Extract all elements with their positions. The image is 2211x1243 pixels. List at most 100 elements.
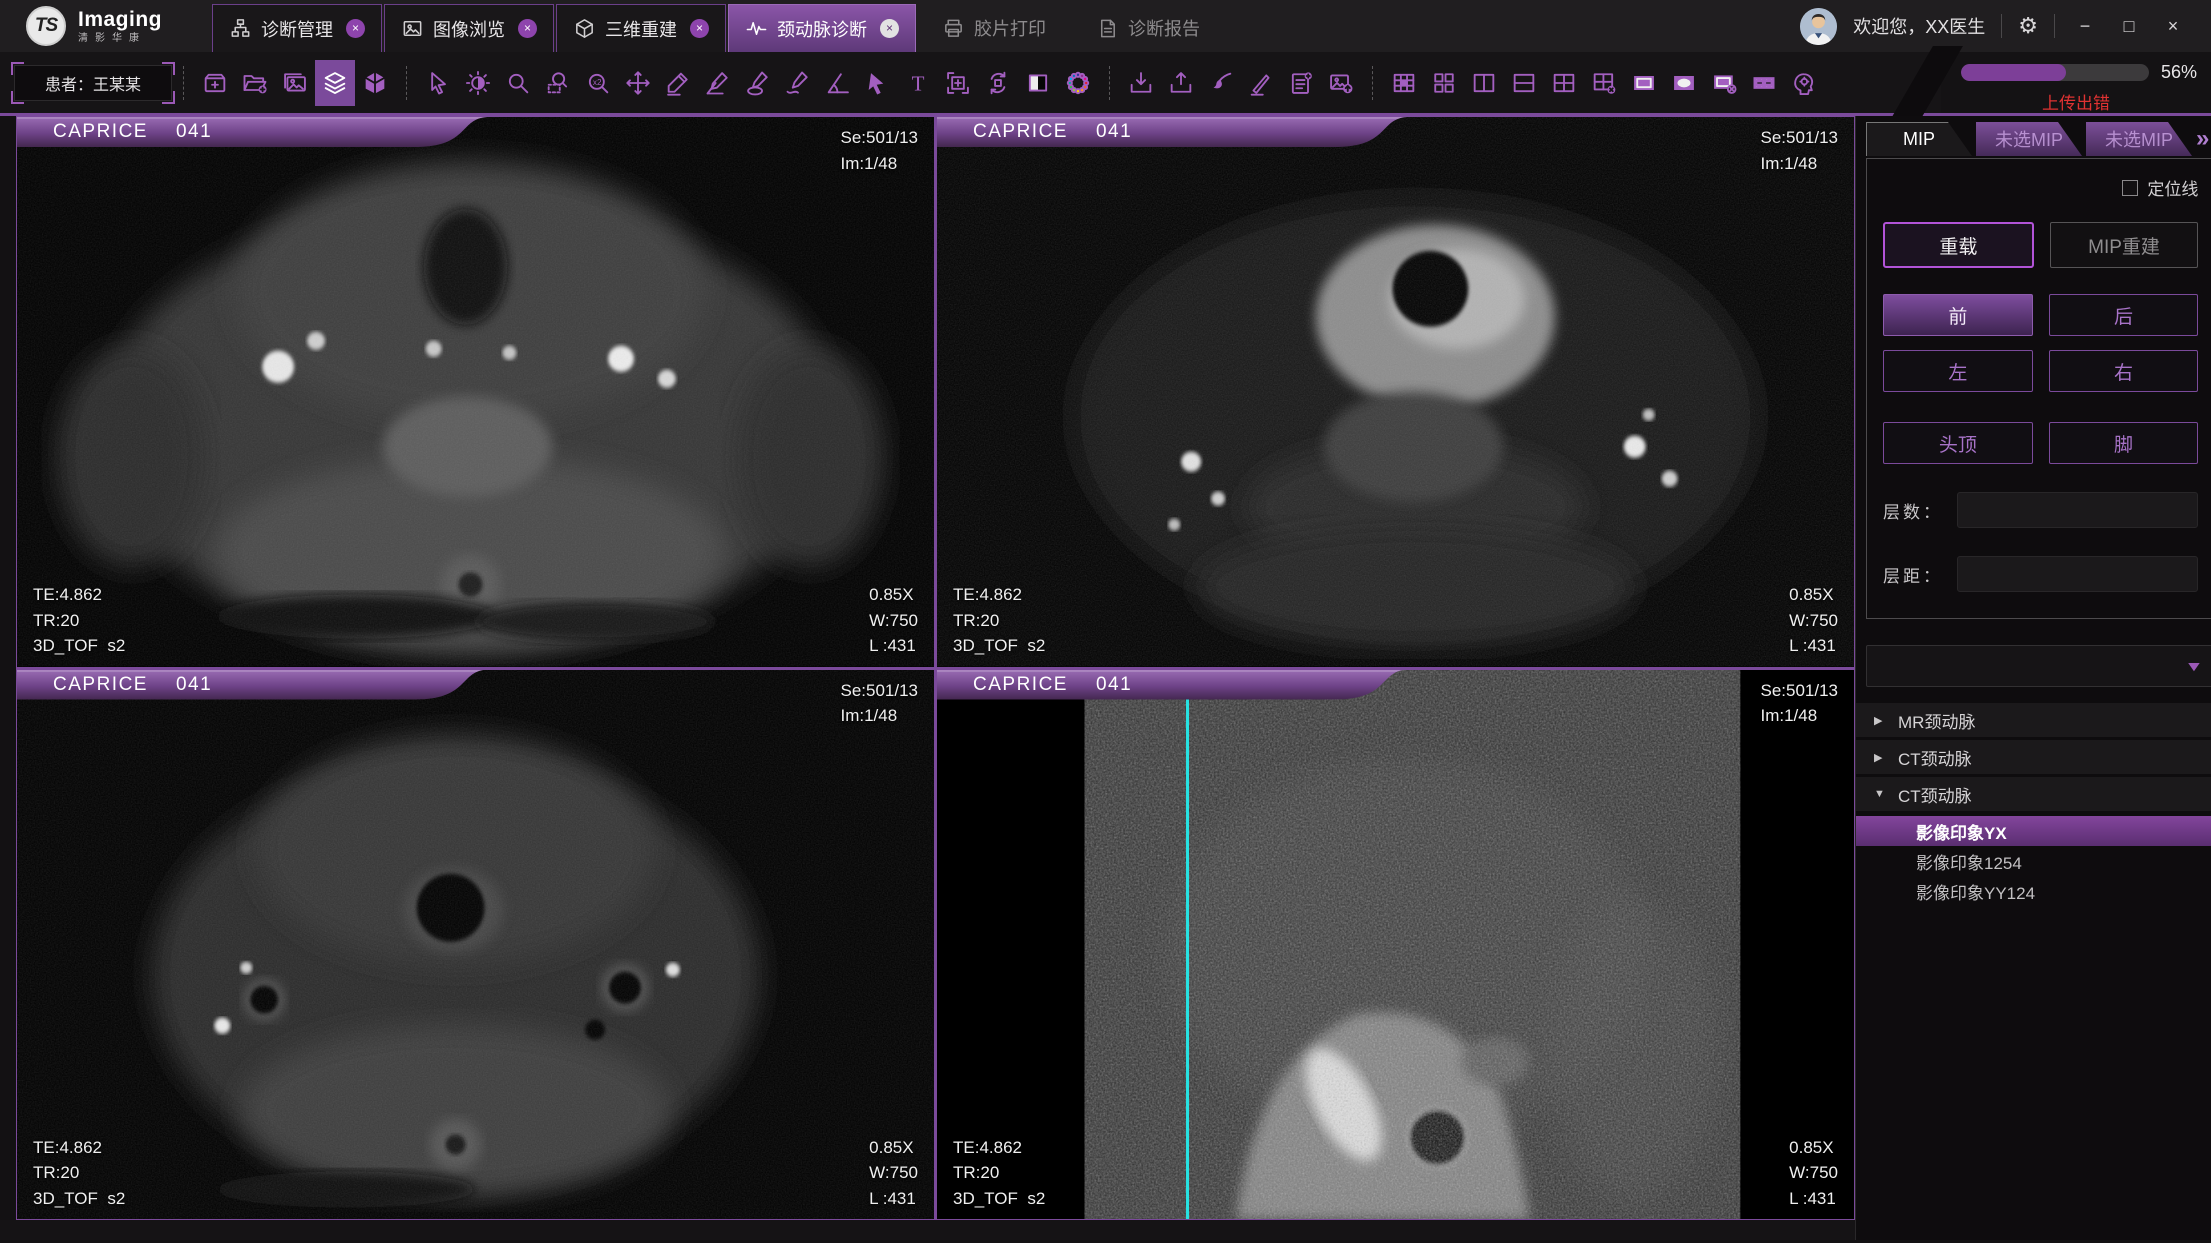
tree-item-impression-1254[interactable]: 影像印象1254 bbox=[1856, 846, 2211, 876]
tab-diagnosis-report[interactable]: 诊断报告 bbox=[1072, 4, 1224, 52]
layout-2x2-icon[interactable] bbox=[1544, 60, 1584, 106]
tree-item-impression-yx[interactable]: 影像印象YX bbox=[1856, 816, 2211, 846]
close-icon[interactable]: × bbox=[880, 19, 899, 38]
viewport-4[interactable]: CAPRICE 041 Se:501/13Im:1/48 TE:4.862TR:… bbox=[937, 670, 1854, 1220]
angle-icon[interactable] bbox=[818, 60, 858, 106]
layout-tiles-icon[interactable] bbox=[1424, 60, 1464, 106]
slice-gap-input[interactable] bbox=[1957, 556, 2198, 592]
tab-3d-reconstruction[interactable]: 三维重建 × bbox=[556, 4, 726, 52]
tab-mip[interactable]: MIP bbox=[1866, 122, 1972, 156]
maximize-button[interactable]: □ bbox=[2115, 16, 2143, 37]
magnify-rect-icon[interactable] bbox=[938, 60, 978, 106]
tree-node-ct-carotid-2[interactable]: ▼ CT颈动脉 bbox=[1856, 777, 2211, 811]
direction-left-button[interactable]: 左 bbox=[1883, 350, 2033, 392]
import-icon[interactable] bbox=[1161, 60, 1201, 106]
brush-icon[interactable] bbox=[1201, 60, 1241, 106]
layout-2x1-icon[interactable] bbox=[1504, 60, 1544, 106]
open-study-icon[interactable] bbox=[235, 60, 275, 106]
acquisition-info-overlay: TE:4.862TR:203D_TOF s2 bbox=[33, 582, 125, 659]
tree-node-mr-carotid[interactable]: ▶ MR颈动脉 bbox=[1856, 703, 2211, 737]
window-level-icon[interactable] bbox=[458, 60, 498, 106]
window-level-overlay: 0.85XW:750L :431 bbox=[1789, 1135, 1838, 1212]
rotate-icon[interactable] bbox=[978, 60, 1018, 106]
measure-ellipse-icon[interactable] bbox=[738, 60, 778, 106]
filmstrip-icon[interactable] bbox=[1744, 60, 1784, 106]
viewport-2[interactable]: CAPRICE 041 Se:501/13Im:1/48 TE:4.862TR:… bbox=[937, 117, 1854, 667]
tab-carotid-diagnosis[interactable]: 颈动脉诊断 × bbox=[728, 4, 916, 52]
new-exam-icon[interactable] bbox=[195, 60, 235, 106]
viewport-1[interactable]: CAPRICE 041 Se:501/13Im:1/48 TE:4.862TR:… bbox=[17, 117, 934, 667]
viewport-3[interactable]: CAPRICE 041 Se:501/13Im:1/48 TE:4.862TR:… bbox=[17, 670, 934, 1220]
pseudo-color-icon[interactable] bbox=[1058, 60, 1098, 106]
patient-name-field[interactable]: 患者：王某某 bbox=[14, 65, 172, 101]
minimize-button[interactable]: − bbox=[2071, 16, 2099, 37]
tab-label: 诊断报告 bbox=[1128, 15, 1200, 41]
image-icon bbox=[401, 17, 424, 40]
tab-label: 颈动脉诊断 bbox=[777, 16, 867, 42]
layers-icon[interactable] bbox=[315, 60, 355, 106]
image-upload-icon[interactable] bbox=[1321, 60, 1361, 106]
tree-collapsed-icon[interactable]: ▶ bbox=[1874, 714, 1886, 727]
ai-assist-icon[interactable] bbox=[1784, 60, 1824, 106]
close-icon[interactable]: × bbox=[346, 19, 365, 38]
localizer-checkbox-row: 定位线 bbox=[1883, 175, 2198, 200]
reload-button[interactable]: 重载 bbox=[1883, 222, 2034, 268]
invert-icon[interactable] bbox=[1018, 60, 1058, 106]
shape-rect-close-icon[interactable] bbox=[1704, 60, 1744, 106]
measure-freehand-icon[interactable] bbox=[778, 60, 818, 106]
mri-axial-image-3 bbox=[17, 670, 934, 1220]
measure-length-icon[interactable] bbox=[658, 60, 698, 106]
text-annotation-icon[interactable]: T bbox=[898, 60, 938, 106]
image-browse-icon[interactable] bbox=[275, 60, 315, 106]
shape-rect-icon[interactable] bbox=[1624, 60, 1664, 106]
series-banner: CAPRICE 041 bbox=[937, 670, 1407, 700]
layout-1x2-icon[interactable] bbox=[1464, 60, 1504, 106]
svg-text:T: T bbox=[912, 71, 925, 95]
layout-grid-icon[interactable] bbox=[1384, 60, 1424, 106]
direction-head-button[interactable]: 头顶 bbox=[1883, 422, 2033, 464]
tree-node-ct-carotid-1[interactable]: ▶ CT颈动脉 bbox=[1856, 740, 2211, 774]
tree-expanded-icon[interactable]: ▼ bbox=[1874, 788, 1886, 800]
tree-collapsed-icon[interactable]: ▶ bbox=[1874, 751, 1886, 764]
bracket-corner bbox=[11, 91, 24, 104]
localizer-crosshair-line[interactable] bbox=[1186, 670, 1189, 1220]
tree-item-impression-yy124[interactable]: 影像印象YY124 bbox=[1856, 876, 2211, 906]
direction-back-button[interactable]: 后 bbox=[2049, 294, 2199, 336]
pen-icon[interactable] bbox=[1241, 60, 1281, 106]
slice-count-input[interactable] bbox=[1957, 492, 2198, 528]
zoom-region-icon[interactable] bbox=[538, 60, 578, 106]
measure-angle-pencil-icon[interactable] bbox=[698, 60, 738, 106]
report-add-icon[interactable] bbox=[1281, 60, 1321, 106]
tab-unselected-mip-1[interactable]: 未选MIP bbox=[1976, 122, 2082, 156]
series-dropdown[interactable]: ▼ bbox=[1866, 645, 2211, 687]
patient-number: 041 bbox=[1096, 674, 1132, 696]
toolbar-separator bbox=[1372, 66, 1373, 100]
layout-close-icon[interactable] bbox=[1584, 60, 1624, 106]
toolbar: 患者：王某某 x2 T bbox=[0, 52, 2211, 116]
close-icon[interactable]: × bbox=[690, 19, 709, 38]
export-icon[interactable] bbox=[1121, 60, 1161, 106]
arrow-annotation-icon[interactable] bbox=[858, 60, 898, 106]
tab-film-print[interactable]: 胶片打印 bbox=[918, 4, 1070, 52]
shape-ellipse-icon[interactable] bbox=[1664, 60, 1704, 106]
direction-front-button[interactable]: 前 bbox=[1883, 294, 2033, 336]
window-close-button[interactable]: × bbox=[2159, 16, 2187, 37]
mip-rebuild-button[interactable]: MIP重建 bbox=[2050, 222, 2199, 268]
modality-label: CAPRICE bbox=[53, 674, 148, 696]
volume-3d-icon[interactable] bbox=[355, 60, 395, 106]
chevron-more-icon[interactable]: » bbox=[2196, 125, 2211, 153]
cursor-icon[interactable] bbox=[418, 60, 458, 106]
direction-right-button[interactable]: 右 bbox=[2049, 350, 2199, 392]
zoom-2x-icon[interactable]: x2 bbox=[578, 60, 618, 106]
user-avatar[interactable] bbox=[1800, 8, 1837, 45]
localizer-checkbox[interactable] bbox=[2122, 180, 2138, 196]
tab-image-browse[interactable]: 图像浏览 × bbox=[384, 4, 554, 52]
zoom-icon[interactable] bbox=[498, 60, 538, 106]
welcome-text: 欢迎您，XX医生 bbox=[1853, 13, 1985, 39]
pan-icon[interactable] bbox=[618, 60, 658, 106]
settings-gear-icon[interactable]: ⚙ bbox=[2018, 13, 2038, 39]
tab-unselected-mip-2[interactable]: 未选MIP bbox=[2086, 122, 2192, 156]
close-icon[interactable]: × bbox=[518, 19, 537, 38]
tab-diagnosis-management[interactable]: 诊断管理 × bbox=[212, 4, 382, 52]
direction-foot-button[interactable]: 脚 bbox=[2049, 422, 2199, 464]
